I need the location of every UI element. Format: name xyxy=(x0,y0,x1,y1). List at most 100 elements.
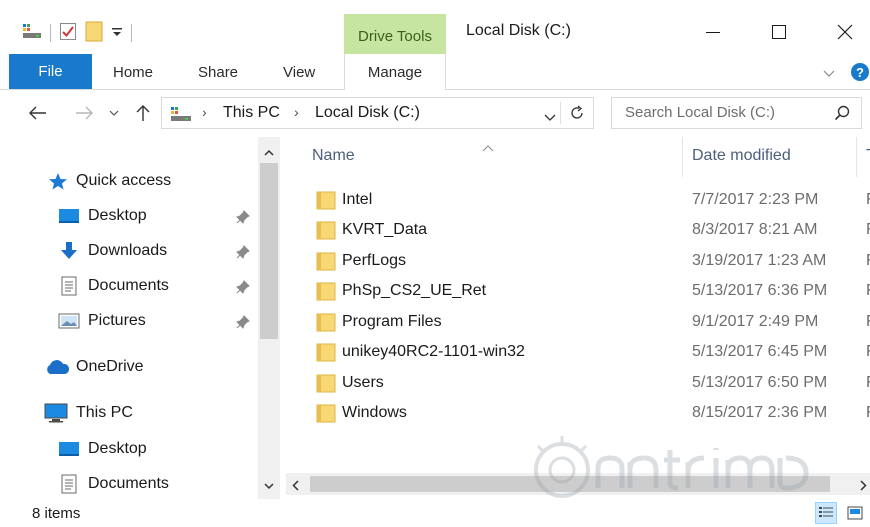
nav-downloads[interactable]: Downloads xyxy=(58,237,167,265)
scroll-down-arrow-icon[interactable] xyxy=(258,475,280,497)
nav-label: This PC xyxy=(76,404,133,421)
recent-locations-button[interactable] xyxy=(106,102,122,124)
nav-this-pc-documents[interactable]: Documents xyxy=(58,470,169,498)
new-folder-icon[interactable] xyxy=(85,20,103,46)
customize-qat-chevron-icon[interactable] xyxy=(111,25,123,42)
breadcrumb-this-pc[interactable]: This PC xyxy=(223,104,280,122)
up-button[interactable] xyxy=(132,102,154,124)
search-placeholder: Search Local Disk (C:) xyxy=(625,104,776,121)
help-button[interactable]: ? xyxy=(850,62,870,86)
close-icon xyxy=(837,24,853,40)
file-row[interactable]: KVRT_Data 8/3/2017 8:21 AM F xyxy=(286,216,870,246)
file-date: 8/15/2017 2:36 PM xyxy=(692,404,828,421)
maximize-button[interactable] xyxy=(756,14,802,50)
nav-quick-access[interactable]: Quick access xyxy=(48,167,171,195)
breadcrumb-separator-icon[interactable]: › xyxy=(294,104,299,120)
folder-icon xyxy=(316,374,336,393)
nav-label: Pictures xyxy=(88,312,146,329)
column-divider[interactable] xyxy=(856,137,857,177)
file-row[interactable]: Windows 8/15/2017 2:36 PM F xyxy=(286,399,870,429)
up-arrow-icon xyxy=(136,105,150,121)
details-view-button[interactable] xyxy=(815,502,837,524)
nav-pane-scrollbar[interactable] xyxy=(258,137,280,499)
document-icon xyxy=(61,276,77,296)
file-row[interactable]: Intel 7/7/2017 2:23 PM F xyxy=(286,186,870,216)
nav-desktop[interactable]: Desktop xyxy=(58,202,147,230)
properties-icon[interactable] xyxy=(59,21,77,45)
forward-arrow-icon xyxy=(76,106,93,120)
pin-icon[interactable] xyxy=(236,315,250,329)
nav-label: Downloads xyxy=(88,242,168,259)
search-icon[interactable] xyxy=(834,105,850,125)
column-header-name[interactable]: Name xyxy=(312,147,355,165)
address-bar[interactable]: › This PC › Local Disk (C:) xyxy=(161,97,594,129)
nav-documents[interactable]: Documents xyxy=(58,272,169,300)
drive-tools-contextual-header: Drive Tools xyxy=(344,14,446,54)
pin-icon[interactable] xyxy=(236,245,250,259)
file-name: Program Files xyxy=(342,313,442,330)
file-type: F xyxy=(866,374,870,392)
chevron-down-icon xyxy=(109,110,119,116)
nav-pictures[interactable]: Pictures xyxy=(58,307,146,335)
back-arrow-icon xyxy=(29,106,46,120)
file-type: F xyxy=(866,191,870,209)
tab-manage[interactable]: Manage xyxy=(344,54,446,91)
scroll-up-arrow-icon[interactable] xyxy=(258,141,280,163)
file-row[interactable]: PhSp_CS2_UE_Ret 5/13/2017 6:36 PM F xyxy=(286,277,870,307)
drive-tools-label: Drive Tools xyxy=(358,27,432,45)
tab-file[interactable]: File xyxy=(9,54,92,89)
download-arrow-icon xyxy=(61,242,77,259)
column-header-type[interactable]: T xyxy=(866,147,870,165)
file-type: F xyxy=(866,282,870,300)
cloud-icon xyxy=(47,360,70,374)
tab-home[interactable]: Home xyxy=(113,54,153,90)
nav-label: Desktop xyxy=(88,440,147,457)
file-type: F xyxy=(866,313,870,331)
breadcrumb-local-disk[interactable]: Local Disk (C:) xyxy=(315,104,420,122)
breadcrumb-separator-icon[interactable]: › xyxy=(202,104,207,120)
file-date: 5/13/2017 6:36 PM xyxy=(692,282,828,299)
file-date: 8/3/2017 8:21 AM xyxy=(692,221,818,238)
quick-access-toolbar xyxy=(22,20,132,46)
column-divider[interactable] xyxy=(682,137,683,177)
pictures-icon xyxy=(58,313,80,329)
folder-icon xyxy=(316,191,336,210)
folder-icon xyxy=(316,221,336,240)
large-icons-view-icon xyxy=(847,506,863,520)
nav-this-pc[interactable]: This PC xyxy=(44,399,133,427)
search-input[interactable]: Search Local Disk (C:) xyxy=(611,97,862,129)
forward-button[interactable] xyxy=(72,102,96,124)
address-history-dropdown[interactable] xyxy=(544,109,556,126)
file-row[interactable]: unikey40RC2-1101-win32 5/13/2017 6:45 PM… xyxy=(286,338,870,368)
column-header-date-modified[interactable]: Date modified xyxy=(692,147,791,165)
scroll-right-arrow-icon[interactable] xyxy=(860,478,867,495)
close-button[interactable] xyxy=(822,14,868,50)
tab-share[interactable]: Share xyxy=(198,54,238,90)
svg-text:?: ? xyxy=(856,65,864,80)
drive-icon[interactable] xyxy=(22,23,42,43)
expand-ribbon-button[interactable] xyxy=(822,66,836,83)
file-name: Intel xyxy=(342,191,373,208)
large-icons-view-button[interactable] xyxy=(844,502,866,524)
file-name: Windows xyxy=(342,404,407,421)
pin-icon[interactable] xyxy=(236,210,250,224)
window-title: Local Disk (C:) xyxy=(466,22,571,39)
file-row[interactable]: Users 5/13/2017 6:50 PM F xyxy=(286,369,870,399)
file-row[interactable]: PerfLogs 3/19/2017 1:23 AM F xyxy=(286,247,870,277)
maximize-icon xyxy=(772,25,786,39)
nav-onedrive[interactable]: OneDrive xyxy=(44,353,144,381)
scrollbar-thumb[interactable] xyxy=(260,163,278,339)
computer-icon xyxy=(44,403,68,423)
file-type: F xyxy=(866,404,870,422)
nav-this-pc-desktop[interactable]: Desktop xyxy=(58,435,147,463)
chevron-down-icon xyxy=(544,114,556,121)
file-row[interactable]: Program Files 9/1/2017 2:49 PM F xyxy=(286,308,870,338)
file-name: KVRT_Data xyxy=(342,221,428,238)
pin-icon[interactable] xyxy=(236,280,250,294)
scroll-left-arrow-icon[interactable] xyxy=(292,478,299,495)
minimize-button[interactable] xyxy=(690,14,736,50)
tab-view[interactable]: View xyxy=(283,54,315,90)
desktop-folder-icon xyxy=(59,209,79,223)
refresh-button[interactable] xyxy=(569,105,585,125)
back-button[interactable] xyxy=(26,102,50,124)
